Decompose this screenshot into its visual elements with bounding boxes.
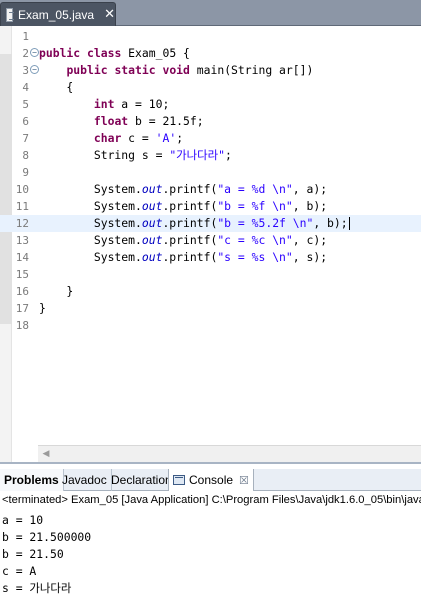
code-line: 15 bbox=[0, 266, 421, 283]
code-text[interactable]: float b = 21.5f; bbox=[39, 113, 204, 130]
code-line: 8 String s = "가나다라"; bbox=[0, 147, 421, 164]
code-line: 3− public static void main(String ar[]) bbox=[0, 62, 421, 79]
line-number: 1 bbox=[22, 30, 29, 43]
java-file-icon bbox=[6, 7, 15, 22]
bottom-view-stack: Problems Javadoc Declaration Console ☒ <t… bbox=[0, 462, 421, 597]
console-output-line: b = 21.50 bbox=[2, 547, 64, 561]
editor-tab-label: Exam_05.java bbox=[18, 7, 95, 22]
code-line: 6 float b = 21.5f; bbox=[0, 113, 421, 130]
code-line: 14 System.out.printf("s = %s \n", s); bbox=[0, 249, 421, 266]
line-number: 12 bbox=[15, 217, 29, 230]
editor-tab-exam05[interactable]: Exam_05.java ✕ bbox=[0, 2, 116, 26]
editor-tab-bar: Exam_05.java ✕ bbox=[0, 0, 421, 26]
line-number: 14 bbox=[15, 251, 29, 264]
code-text[interactable]: { bbox=[39, 79, 73, 96]
line-number: 16 bbox=[15, 285, 29, 298]
code-line: 13 System.out.printf("c = %c \n", c); bbox=[0, 232, 421, 249]
line-number: 4 bbox=[22, 81, 29, 94]
code-text[interactable]: } bbox=[39, 300, 46, 317]
code-text[interactable]: System.out.printf("c = %c \n", c); bbox=[39, 232, 327, 249]
close-icon[interactable]: ☒ bbox=[239, 475, 249, 487]
line-number: 6 bbox=[22, 115, 29, 128]
code-text[interactable]: } bbox=[39, 283, 73, 300]
code-line: 7 char c = 'A'; bbox=[0, 130, 421, 147]
console-output-line: c = A bbox=[2, 564, 37, 578]
code-line: 5 int a = 10; bbox=[0, 96, 421, 113]
code-line: 9 bbox=[0, 164, 421, 181]
code-line: 18 bbox=[0, 317, 421, 334]
code-line: 10 System.out.printf("a = %d \n", a); bbox=[0, 181, 421, 198]
code-area[interactable]: 1 2− public class Exam_05 { 3− public sta… bbox=[0, 28, 421, 334]
console-icon bbox=[173, 475, 185, 485]
line-number: 10 bbox=[15, 183, 29, 196]
code-text[interactable]: System.out.printf("b = %f \n", b); bbox=[39, 198, 327, 215]
line-number: 11 bbox=[15, 200, 29, 213]
code-text[interactable]: System.out.printf("a = %d \n", a); bbox=[39, 181, 327, 198]
code-text[interactable]: int a = 10; bbox=[39, 96, 169, 113]
console-output-line: b = 21.500000 bbox=[2, 530, 92, 544]
code-text[interactable]: char c = 'A'; bbox=[39, 130, 183, 147]
tab-declaration[interactable]: Declaration bbox=[107, 469, 177, 491]
code-line: 1 bbox=[0, 28, 421, 45]
code-text[interactable]: public class Exam_05 { bbox=[39, 45, 190, 62]
line-number: 3 bbox=[22, 64, 29, 77]
line-number: 18 bbox=[15, 319, 29, 332]
fold-collapse-icon[interactable]: − bbox=[30, 65, 39, 74]
code-text[interactable]: String s = "가나다라"; bbox=[39, 147, 232, 164]
code-text[interactable]: System.out.printf("b = %5.2f \n", b); bbox=[39, 215, 350, 232]
tab-console-label: Console bbox=[189, 473, 234, 487]
code-line: 17} bbox=[0, 300, 421, 317]
line-number: 2 bbox=[22, 47, 29, 60]
code-text[interactable]: System.out.printf("s = %s \n", s); bbox=[39, 249, 327, 266]
code-text[interactable]: public static void main(String ar[]) bbox=[39, 62, 313, 79]
line-number: 15 bbox=[15, 268, 29, 281]
console-output[interactable]: a = 10 b = 21.500000 b = 21.50 c = A s =… bbox=[2, 512, 91, 597]
tab-problems[interactable]: Problems bbox=[0, 469, 64, 491]
line-number: 9 bbox=[22, 166, 29, 179]
line-number: 7 bbox=[22, 132, 29, 145]
code-line: 11 System.out.printf("b = %f \n", b); bbox=[0, 198, 421, 215]
console-status: <terminated> Exam_05 [Java Application] … bbox=[2, 494, 421, 506]
close-icon[interactable]: ✕ bbox=[104, 7, 115, 22]
fold-collapse-icon[interactable]: − bbox=[30, 48, 39, 57]
code-line: 4 { bbox=[0, 79, 421, 96]
current-code-line: 12 System.out.printf("b = %5.2f \n", b); bbox=[0, 215, 421, 232]
line-number: 5 bbox=[22, 98, 29, 111]
line-number: 8 bbox=[22, 149, 29, 162]
tab-console[interactable]: Console ☒ bbox=[168, 469, 254, 491]
scroll-left-icon[interactable]: ◀ bbox=[38, 446, 54, 462]
code-editor[interactable]: 1 2− public class Exam_05 { 3− public sta… bbox=[0, 26, 421, 462]
tab-javadoc[interactable]: Javadoc bbox=[58, 469, 112, 491]
console-output-line: a = 10 bbox=[2, 513, 44, 527]
console-output-line: s = 가나다라 bbox=[2, 581, 72, 595]
text-caret bbox=[348, 217, 350, 230]
line-number: 17 bbox=[15, 302, 29, 315]
view-tab-bar: Problems Javadoc Declaration Console ☒ bbox=[0, 469, 421, 491]
code-line: 16 } bbox=[0, 283, 421, 300]
horizontal-scrollbar[interactable]: ◀ bbox=[38, 445, 421, 462]
line-number: 13 bbox=[15, 234, 29, 247]
code-line: 2− public class Exam_05 { bbox=[0, 45, 421, 62]
